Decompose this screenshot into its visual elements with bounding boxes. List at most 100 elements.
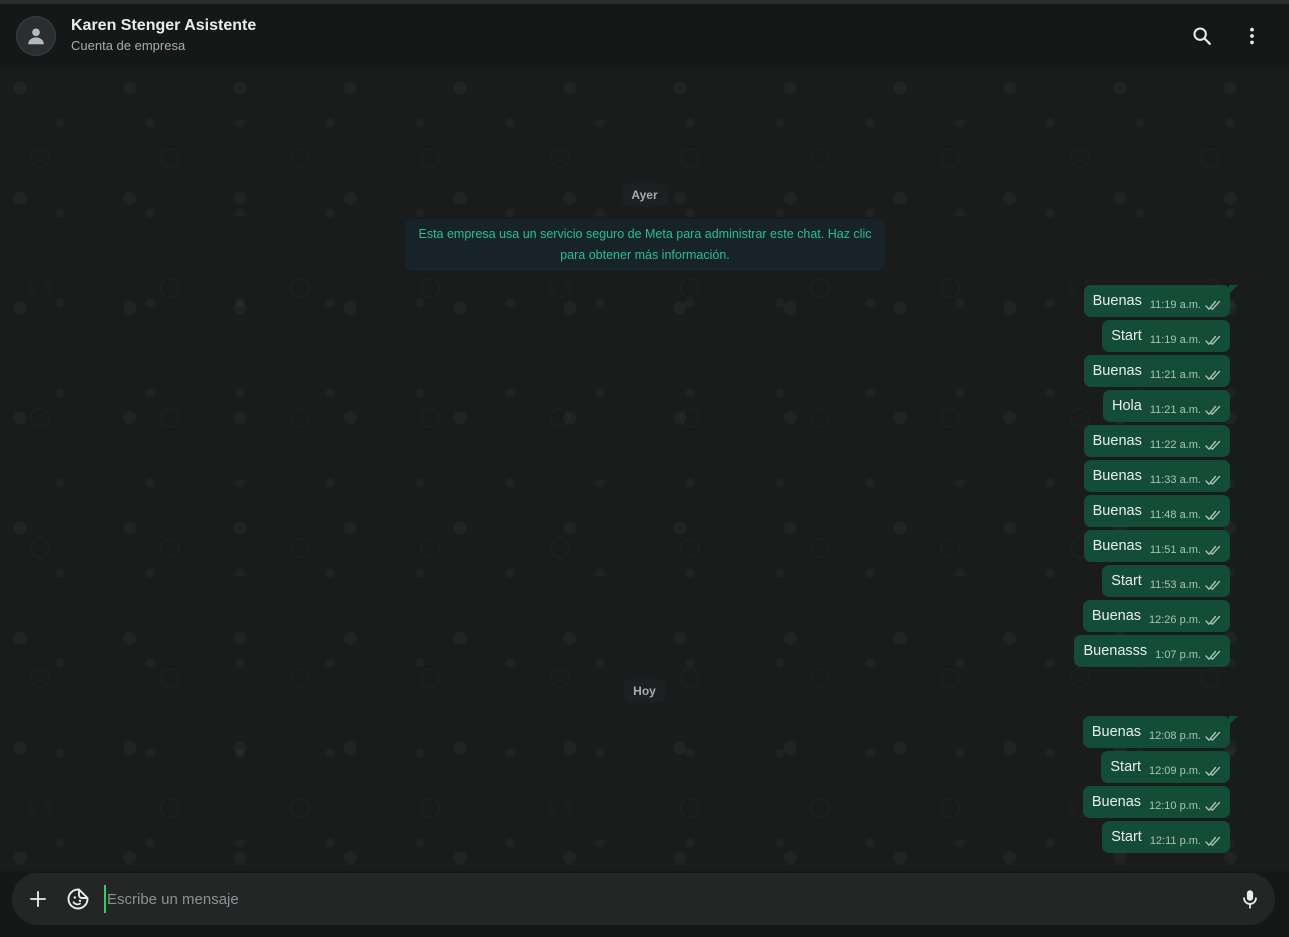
- message-time: 11:48 a.m.: [1149, 509, 1201, 521]
- outgoing-message[interactable]: Buenas 12:26 p.m.: [1082, 600, 1230, 632]
- message-meta: 11:51 a.m.: [1150, 540, 1221, 560]
- message-text: Buenas: [1092, 468, 1142, 484]
- message-text: Start: [1111, 829, 1142, 845]
- search-button[interactable]: [1188, 22, 1216, 50]
- message-meta: 12:09 p.m.: [1149, 761, 1221, 781]
- contact-info[interactable]: Karen Stenger Asistente Cuenta de empres…: [71, 16, 256, 56]
- outgoing-message[interactable]: Buenas 12:10 p.m.: [1082, 786, 1230, 818]
- double-check-icon: [1205, 335, 1221, 345]
- double-check-icon: [1205, 545, 1221, 555]
- double-check-icon: [1205, 300, 1221, 310]
- message-time: 11:51 a.m.: [1149, 544, 1201, 556]
- double-check-icon: [1205, 475, 1221, 485]
- outgoing-message[interactable]: Hola 11:21 a.m.: [1103, 390, 1230, 422]
- message-time: 1:07 p.m.: [1155, 649, 1201, 661]
- day-separator-yesterday: Ayer: [621, 183, 668, 207]
- read-receipt: [1205, 650, 1221, 661]
- message-time: 11:21 a.m.: [1149, 369, 1201, 381]
- message-meta: 11:19 a.m.: [1150, 330, 1221, 350]
- read-receipt: [1205, 615, 1221, 626]
- outgoing-message[interactable]: Buenas 11:19 a.m.: [1083, 285, 1239, 317]
- message-time: 11:22 a.m.: [1149, 439, 1201, 451]
- sticker-button[interactable]: [64, 885, 92, 913]
- message-time: 11:53 a.m.: [1149, 579, 1201, 591]
- message-meta: 11:21 a.m.: [1150, 365, 1221, 385]
- message-text: Start: [1111, 573, 1142, 589]
- message-text: Buenas: [1092, 363, 1142, 379]
- message-text: Buenasss: [1083, 643, 1148, 659]
- message-text: Hola: [1112, 398, 1142, 414]
- double-check-icon: [1205, 766, 1221, 776]
- chat-panel[interactable]: Ayer Esta empresa usa un servicio seguro…: [0, 68, 1289, 871]
- message-text: Buenas: [1092, 293, 1142, 309]
- outgoing-message[interactable]: Start 12:09 p.m.: [1101, 751, 1230, 783]
- outgoing-message[interactable]: Start 11:53 a.m.: [1102, 565, 1230, 597]
- message-text: Buenas: [1092, 538, 1142, 554]
- message-meta: 11:22 a.m.: [1150, 435, 1221, 455]
- outgoing-message[interactable]: Buenas 11:21 a.m.: [1083, 355, 1230, 387]
- message-text: Start: [1111, 328, 1142, 344]
- message-time: 12:11 p.m.: [1149, 835, 1201, 847]
- message-time: 11:33 a.m.: [1149, 474, 1201, 486]
- message-text: Buenas: [1092, 503, 1142, 519]
- read-receipt: [1205, 801, 1221, 812]
- composer: [12, 873, 1275, 925]
- message-text: Start: [1110, 759, 1142, 775]
- contact-subtitle: Cuenta de empresa: [71, 38, 186, 53]
- message-time: 12:10 p.m.: [1149, 800, 1201, 812]
- notice-line-2: para obtener más información.: [560, 248, 730, 262]
- double-check-icon: [1205, 650, 1221, 660]
- voice-message-button[interactable]: [1236, 885, 1264, 913]
- message-meta: 1:07 p.m.: [1155, 645, 1221, 665]
- read-receipt: [1205, 335, 1221, 346]
- outgoing-message[interactable]: Start 12:11 p.m.: [1102, 821, 1230, 853]
- read-receipt: [1205, 405, 1221, 416]
- attach-button[interactable]: [24, 885, 52, 913]
- double-check-icon: [1205, 801, 1221, 811]
- outgoing-message[interactable]: Buenas 11:33 a.m.: [1083, 460, 1230, 492]
- message-text: Buenas: [1092, 433, 1142, 449]
- kebab-menu-icon: [1250, 27, 1254, 45]
- plus-icon: [30, 891, 46, 907]
- message-text: Buenas: [1091, 724, 1142, 740]
- message-time: 12:09 p.m.: [1149, 765, 1201, 777]
- double-check-icon: [1205, 836, 1221, 846]
- message-meta: 11:19 a.m.: [1150, 295, 1221, 315]
- double-check-icon: [1205, 370, 1221, 380]
- notice-line-1: Esta empresa usa un servicio seguro de M…: [418, 227, 872, 241]
- message-meta: 12:10 p.m.: [1149, 796, 1221, 816]
- outgoing-message[interactable]: Buenas 11:22 a.m.: [1083, 425, 1230, 457]
- read-receipt: [1205, 510, 1221, 521]
- contact-avatar[interactable]: [16, 16, 56, 56]
- double-check-icon: [1205, 405, 1221, 415]
- read-receipt: [1205, 475, 1221, 486]
- read-receipt: [1205, 766, 1221, 777]
- double-check-icon: [1205, 580, 1221, 590]
- message-time: 11:19 a.m.: [1149, 299, 1201, 311]
- outgoing-message[interactable]: Start 11:19 a.m.: [1102, 320, 1230, 352]
- message-meta: 11:33 a.m.: [1150, 470, 1221, 490]
- outgoing-message[interactable]: Buenas 12:08 p.m.: [1082, 716, 1239, 748]
- message-text: Buenas: [1091, 608, 1142, 624]
- message-meta: 12:08 p.m.: [1149, 726, 1221, 746]
- search-icon: [1193, 27, 1211, 45]
- outgoing-message[interactable]: Buenas 11:51 a.m.: [1083, 530, 1230, 562]
- outgoing-message[interactable]: Buenasss 1:07 p.m.: [1074, 635, 1230, 667]
- encryption-notice[interactable]: Esta empresa usa un servicio seguro de M…: [405, 219, 885, 271]
- read-receipt: [1205, 300, 1221, 311]
- menu-button[interactable]: [1238, 22, 1266, 50]
- message-meta: 12:11 p.m.: [1150, 831, 1221, 851]
- read-receipt: [1205, 440, 1221, 451]
- sticker-icon: [67, 888, 89, 910]
- read-receipt: [1205, 545, 1221, 556]
- message-meta: 12:26 p.m.: [1149, 610, 1221, 630]
- message-group-today: Buenas 12:08 p.m. Start 12:09 p.m. Buenas 12:…: [1082, 716, 1239, 853]
- message-group-yesterday: Buenas 11:19 a.m. Start 11:19 a.m. Buenas 11:…: [1074, 285, 1239, 667]
- chat-header: Karen Stenger Asistente Cuenta de empres…: [0, 4, 1289, 68]
- read-receipt: [1205, 580, 1221, 591]
- message-text: Buenas: [1091, 794, 1142, 810]
- double-check-icon: [1205, 615, 1221, 625]
- message-input[interactable]: [104, 885, 1224, 913]
- outgoing-message[interactable]: Buenas 11:48 a.m.: [1083, 495, 1230, 527]
- read-receipt: [1205, 836, 1221, 847]
